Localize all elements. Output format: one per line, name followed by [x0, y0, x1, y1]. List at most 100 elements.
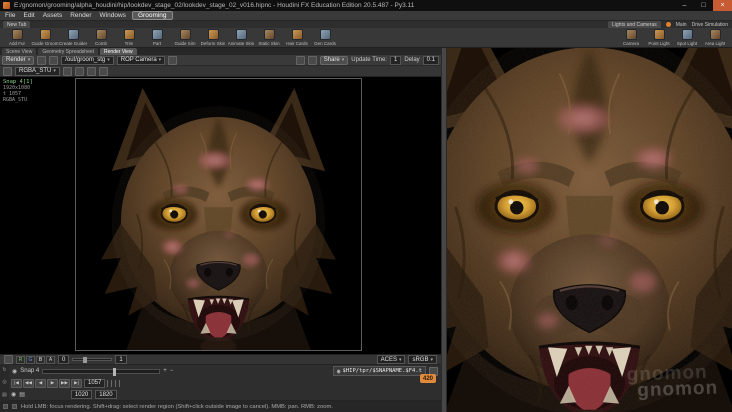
camera-icon[interactable]: ◉	[11, 391, 16, 398]
reload-icon[interactable]: ↻	[2, 367, 6, 373]
rendered-image[interactable]	[75, 78, 362, 351]
shelf-tool[interactable]: Deform Skin	[199, 29, 227, 46]
render-button[interactable]: Render ▾	[2, 55, 35, 65]
render-viewport[interactable]: Snap 4[1] 1920x1080 t 1057 RGBA_STU	[0, 77, 441, 354]
plane-icon[interactable]	[3, 66, 12, 76]
shelf-tool[interactable]: Create Guides	[59, 29, 87, 46]
playback-button[interactable]: ◀	[35, 378, 46, 388]
render-snapshot-button[interactable]	[49, 55, 59, 65]
view-options-button[interactable]	[168, 55, 178, 65]
slider-knob[interactable]	[83, 357, 88, 363]
shelf-tool-label: Guide Sim	[174, 41, 196, 46]
playback-button[interactable]: ▶	[47, 378, 58, 388]
creature-closeup	[447, 48, 732, 412]
shelf-tool[interactable]: Part	[143, 29, 171, 46]
maximize-button[interactable]: □	[694, 0, 713, 11]
menu-item[interactable]: File	[5, 12, 15, 19]
update-time-field[interactable]: 1	[389, 55, 402, 65]
image-adjust-toolbar: RGBA 0 1 ACES ▾ sRGB ▾	[0, 354, 441, 364]
snapshot-path-box[interactable]: ◉ $HIP/tpr/$SNAPNAME.$F4.t	[332, 366, 426, 376]
shelf-tool-icon	[319, 29, 331, 40]
shelf-tab-lights-cameras[interactable]: Lights and Cameras	[608, 21, 661, 28]
shelf-tool[interactable]: Trim	[115, 29, 143, 46]
share-button[interactable]: Share ▾	[319, 55, 349, 65]
gamma-field[interactable]: 1	[115, 355, 127, 364]
close-button[interactable]: ×	[713, 0, 732, 11]
colorspace-selector[interactable]: ACES ▾	[376, 355, 406, 364]
delay-label: Delay	[404, 57, 420, 63]
remove-snapshot-button[interactable]: −	[170, 368, 174, 374]
channel-toggle[interactable]: R	[16, 355, 25, 364]
desktop-label[interactable]: Main	[676, 22, 687, 28]
shelf-tool-icon	[681, 29, 693, 40]
shelf-tool[interactable]: Hair Cards	[283, 29, 311, 46]
rop-selector[interactable]: /out/groom_stg ▾	[61, 55, 114, 65]
playback-button[interactable]: ▶▶	[59, 378, 70, 388]
tab-geometry-spreadsheet[interactable]: Geometry Spreadsheet	[38, 48, 99, 55]
exposure-field[interactable]: 0	[58, 355, 70, 364]
display-selector[interactable]: sRGB ▾	[408, 355, 437, 364]
playback-button[interactable]: |◀	[11, 378, 22, 388]
tab-scene-view[interactable]: Scene View	[2, 48, 37, 55]
guides-toggle-button[interactable]	[98, 66, 108, 76]
shelf-tool[interactable]: Gen Cards	[311, 29, 339, 46]
range-start-field[interactable]: 1020	[70, 390, 93, 399]
shelf-tool-label: Gen Cards	[314, 41, 336, 46]
status-icon[interactable]	[12, 404, 17, 409]
minimize-button[interactable]: –	[675, 0, 694, 11]
menu-item[interactable]: Render	[70, 12, 91, 19]
shelf-tool-label: Add Fur	[8, 41, 25, 46]
channel-toggle[interactable]: G	[26, 355, 35, 364]
shelf-tool-label: Trim	[124, 41, 134, 46]
shelf-tool-icon	[67, 29, 79, 40]
shelf-tool[interactable]: Point Light	[645, 29, 673, 46]
shelf-tool[interactable]: Guide Sim	[171, 29, 199, 46]
playback-button[interactable]: ◀◀	[23, 378, 34, 388]
snapshot-slider[interactable]	[42, 367, 161, 376]
preview-toggle-button[interactable]	[307, 55, 317, 65]
playback-button[interactable]: ▶|	[71, 378, 82, 388]
shelf-tool-label: Hair Cards	[286, 41, 308, 46]
current-frame-field[interactable]: 1057	[84, 378, 106, 388]
shelf-tool[interactable]: Static Skin	[255, 29, 283, 46]
image-plane-selector[interactable]: RGBA_STU ▾	[15, 66, 60, 76]
status-icon[interactable]	[3, 404, 8, 409]
shelf-tool[interactable]: Guide Groom	[31, 29, 59, 46]
shelf-tab-left[interactable]: New Tab	[3, 21, 31, 28]
region-render-button[interactable]	[295, 55, 305, 65]
pixel-inspect-button[interactable]	[74, 66, 84, 76]
grid-icon[interactable]: ▤	[19, 391, 25, 398]
exposure-slider[interactable]	[72, 357, 113, 363]
grid-icon[interactable]: ▤	[2, 392, 7, 398]
snapshot-slider-knob[interactable]	[113, 367, 117, 376]
menu-item[interactable]: Edit	[23, 12, 34, 19]
tab-render-view[interactable]: Render View	[100, 48, 137, 55]
camera-selector[interactable]: ROP Camera ▾	[116, 55, 166, 65]
scene-viewport-pane[interactable]: gnomon gnomon	[447, 48, 732, 412]
add-snapshot-button[interactable]: +	[163, 368, 167, 374]
channel-toggle[interactable]: B	[36, 355, 45, 364]
update-time-label: Update Time:	[351, 57, 387, 63]
compare-icon[interactable]	[4, 355, 13, 364]
shelf-tool[interactable]: Add Fur	[3, 29, 31, 46]
channel-toggles: RGBA	[16, 355, 55, 364]
shelf-tool[interactable]: Spot Light	[673, 29, 701, 46]
range-end-field[interactable]: 1820	[95, 390, 117, 399]
grooming-menu-button[interactable]: Grooming	[132, 11, 173, 20]
background-toggle-button[interactable]	[86, 66, 96, 76]
image-plane-toolbar: RGBA_STU ▾	[0, 66, 441, 77]
shelf-tool[interactable]: Animate Skin	[227, 29, 255, 46]
shelf-tool[interactable]: Comb	[87, 29, 115, 46]
zoom-tool-button[interactable]	[62, 66, 72, 76]
menu-item[interactable]: Windows	[100, 12, 126, 19]
shelf-tool[interactable]: Camera	[617, 29, 645, 46]
menu-item[interactable]: Assets	[43, 12, 63, 19]
window-controls: – □ ×	[675, 0, 732, 11]
delay-field[interactable]: 0.1	[422, 55, 439, 65]
camera-icon[interactable]: ◉	[12, 368, 17, 375]
target-icon[interactable]: ◎	[2, 379, 6, 385]
shelf-tool[interactable]: Area Light	[701, 29, 729, 46]
drive-simulation-label[interactable]: Drive Simulation	[692, 22, 728, 28]
render-stop-button[interactable]	[37, 55, 47, 65]
channel-toggle[interactable]: A	[46, 355, 55, 364]
